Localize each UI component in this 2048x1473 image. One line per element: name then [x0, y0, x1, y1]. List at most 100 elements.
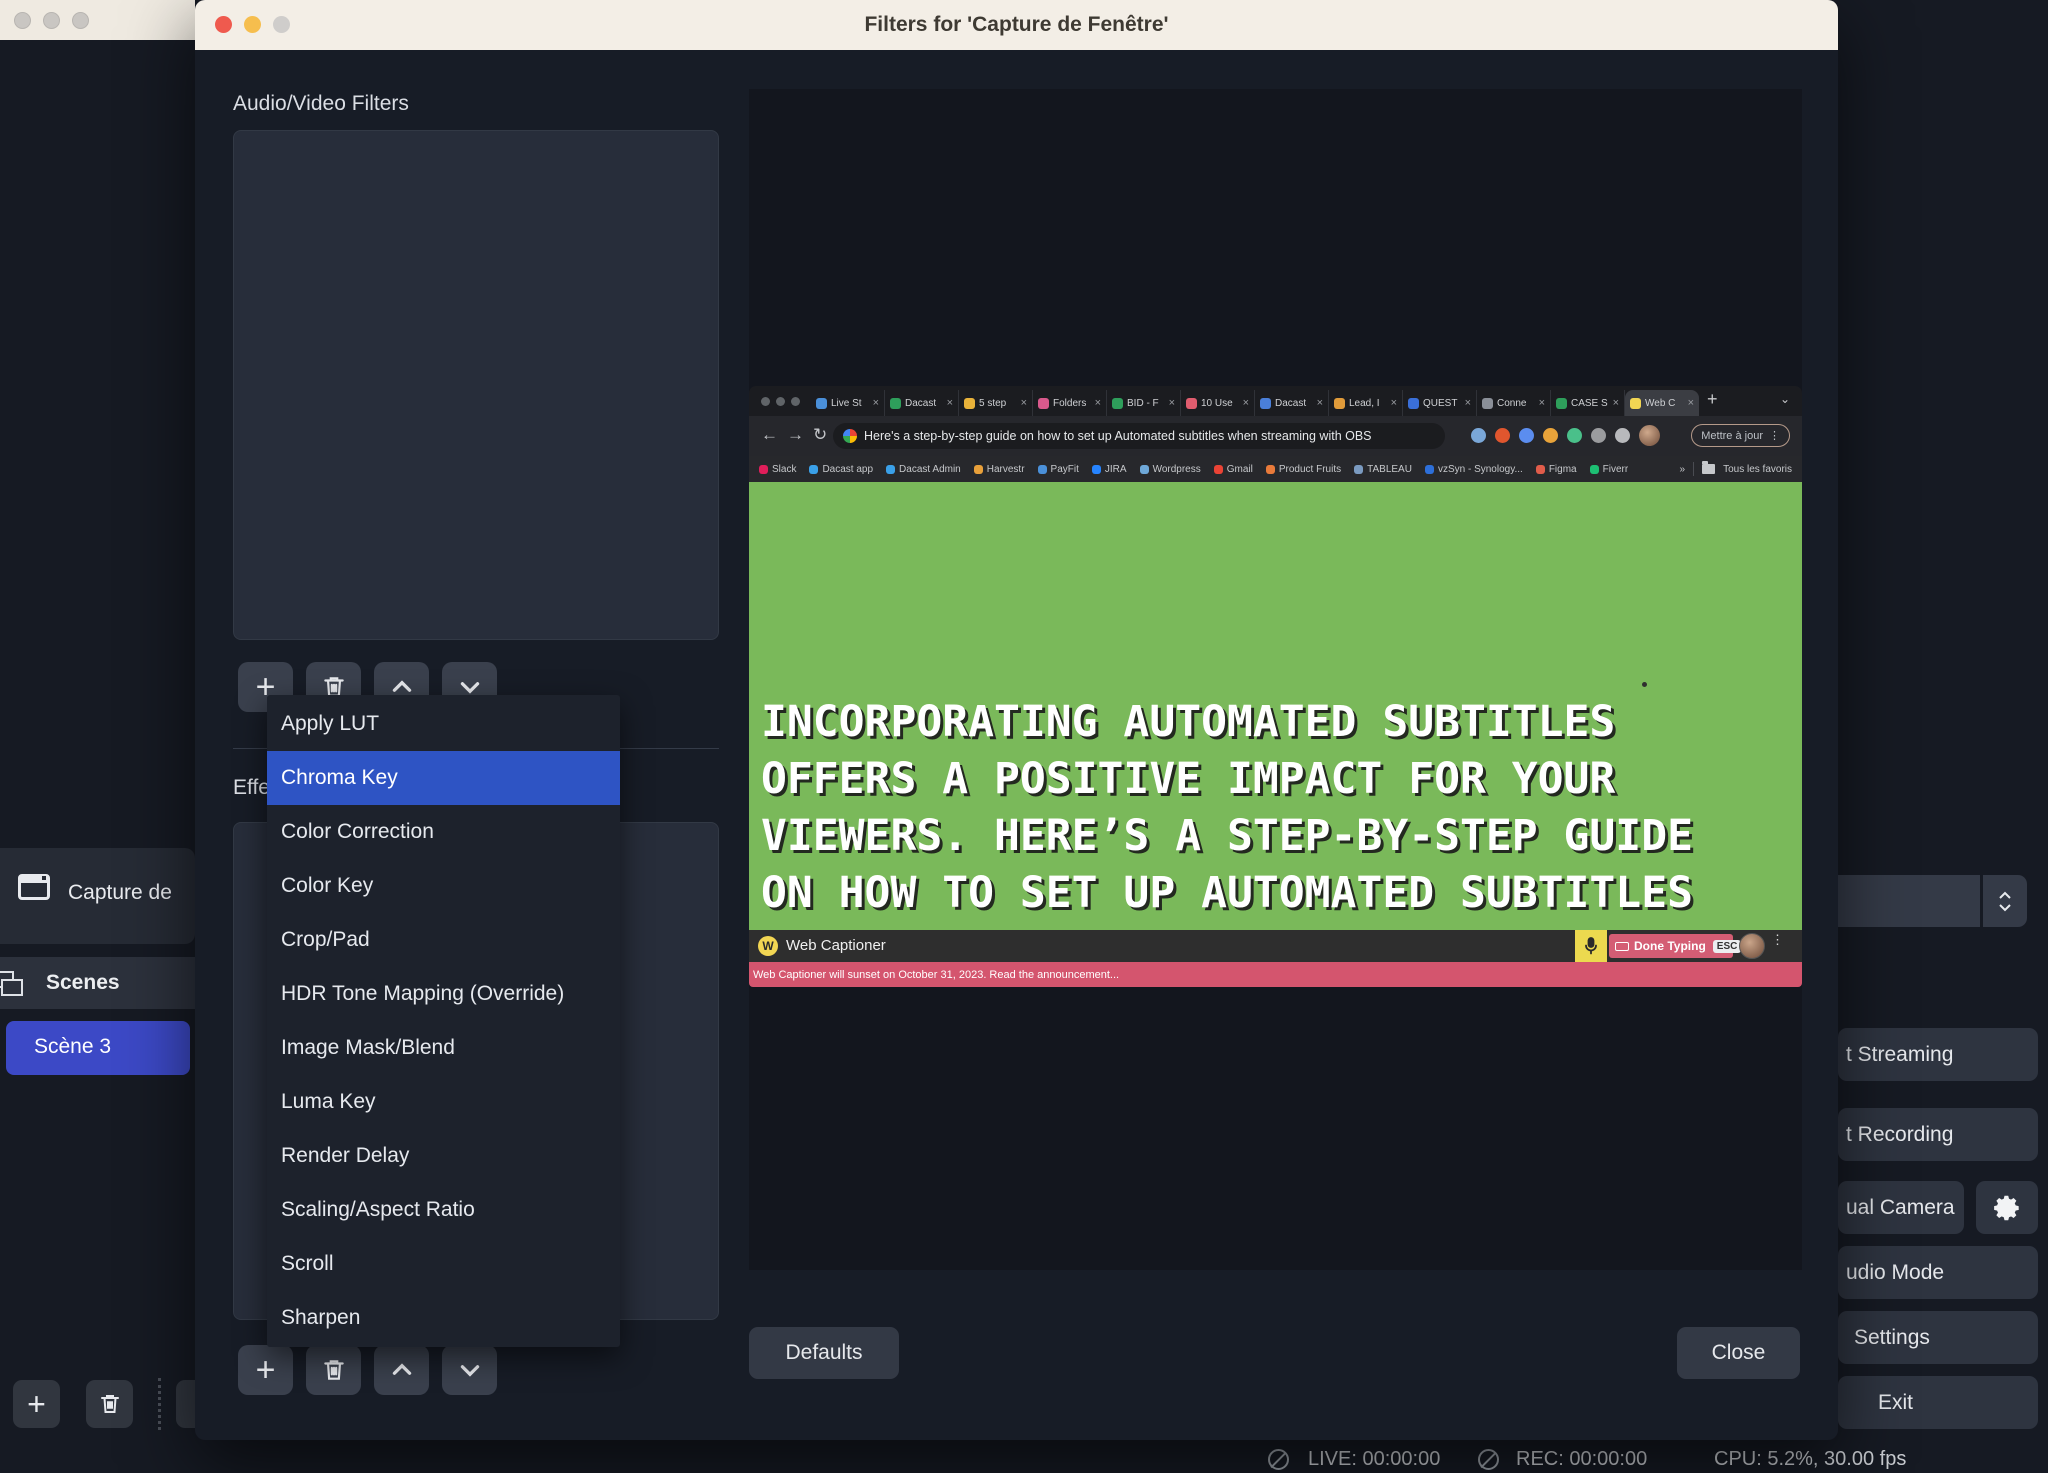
control-button[interactable]: Exit: [1838, 1376, 2038, 1429]
browser-tab[interactable]: Folders ×: [1033, 390, 1107, 416]
browser-menu-dots-icon[interactable]: ⋮: [1769, 429, 1780, 442]
bookmarks-overflow-icon[interactable]: »: [1680, 464, 1686, 475]
bookmark-item[interactable]: Harvestr: [974, 464, 1025, 475]
filter-menu-item[interactable]: Luma Key: [267, 1075, 620, 1129]
reload-icon[interactable]: ↻: [813, 425, 827, 445]
back-icon[interactable]: ←: [761, 425, 778, 445]
all-bookmarks-label[interactable]: Tous les favoris: [1723, 464, 1792, 475]
filter-menu-item[interactable]: Chroma Key: [267, 751, 620, 805]
control-button[interactable]: udio Mode: [1838, 1246, 2038, 1299]
bookmark-item[interactable]: JIRA: [1092, 464, 1127, 475]
extension-icon[interactable]: [1519, 428, 1534, 443]
rec-timer: REC: 00:00:00: [1516, 1448, 1647, 1471]
done-typing-button[interactable]: Done Typing ESC: [1609, 934, 1733, 958]
tab-close-icon[interactable]: ×: [873, 397, 879, 409]
main-close-button[interactable]: [14, 12, 31, 29]
bookmark-item[interactable]: Dacast Admin: [886, 464, 961, 475]
bookmark-item[interactable]: Figma: [1536, 464, 1577, 475]
bookmark-item[interactable]: Fiverr: [1590, 464, 1629, 475]
remove-scene-button[interactable]: [86, 1380, 133, 1428]
control-button[interactable]: t Streaming: [1838, 1028, 2038, 1081]
add-effect-filter-button[interactable]: +: [238, 1345, 293, 1395]
browser-tab[interactable]: Live St ×: [811, 390, 885, 416]
filter-menu-item[interactable]: Color Key: [267, 859, 620, 913]
filter-menu-item[interactable]: Color Correction: [267, 805, 620, 859]
tab-close-icon[interactable]: ×: [1465, 397, 1471, 409]
move-effect-filter-up-button[interactable]: [374, 1345, 429, 1395]
bookmark-item[interactable]: Product Fruits: [1266, 464, 1341, 475]
extension-icon[interactable]: [1615, 428, 1630, 443]
window-capture-icon: [18, 874, 50, 900]
filter-menu-item[interactable]: Scaling/Aspect Ratio: [267, 1183, 620, 1237]
captioner-menu-dots-icon[interactable]: ⋮: [1771, 937, 1784, 943]
update-chrome-button[interactable]: Mettre à jour ⋮: [1691, 424, 1790, 447]
extension-icon[interactable]: [1591, 428, 1606, 443]
browser-tab[interactable]: Dacast ×: [885, 390, 959, 416]
browser-tab[interactable]: QUEST ×: [1403, 390, 1477, 416]
control-button[interactable]: ual Camera: [1838, 1181, 1964, 1234]
scene-filters-button-partial[interactable]: [176, 1380, 195, 1428]
bookmark-item[interactable]: vzSyn - Synology...: [1425, 464, 1523, 475]
defaults-button[interactable]: Defaults: [749, 1327, 899, 1379]
microphone-button[interactable]: [1575, 930, 1607, 962]
bookmark-item[interactable]: TABLEAU: [1354, 464, 1412, 475]
dialog-titlebar: Filters for 'Capture de Fenêtre': [195, 0, 1838, 50]
tab-close-icon[interactable]: ×: [1095, 397, 1101, 409]
source-item-capture[interactable]: Capture de: [68, 881, 193, 905]
close-button[interactable]: Close: [1677, 1327, 1800, 1379]
tab-label: Live St: [831, 398, 869, 409]
tab-close-icon[interactable]: ×: [947, 397, 953, 409]
bookmark-item[interactable]: Wordpress: [1140, 464, 1201, 475]
scene-item-selected[interactable]: Scène 3: [6, 1021, 190, 1075]
browser-tab[interactable]: Dacast ×: [1255, 390, 1329, 416]
browser-tab[interactable]: Conne ×: [1477, 390, 1551, 416]
tab-search-chevron-icon[interactable]: ⌄: [1780, 392, 1790, 406]
control-button[interactable]: Settings: [1838, 1311, 2038, 1364]
browser-tab[interactable]: Lead, I ×: [1329, 390, 1403, 416]
bookmark-item[interactable]: PayFit: [1038, 464, 1079, 475]
filter-menu-item[interactable]: HDR Tone Mapping (Override): [267, 967, 620, 1021]
new-tab-button[interactable]: +: [1707, 389, 1718, 410]
audio-filters-list[interactable]: [233, 130, 719, 640]
extension-icon[interactable]: [1495, 428, 1510, 443]
tab-close-icon[interactable]: ×: [1391, 397, 1397, 409]
filter-menu-item[interactable]: Sharpen: [267, 1291, 620, 1345]
forward-icon[interactable]: →: [787, 425, 804, 445]
control-button[interactable]: t Recording: [1838, 1108, 2038, 1161]
extension-icon[interactable]: [1471, 428, 1486, 443]
bookmark-item[interactable]: Dacast app: [809, 464, 873, 475]
remove-effect-filter-button[interactable]: [306, 1345, 361, 1395]
browser-profile-avatar[interactable]: [1639, 425, 1660, 446]
extension-icon[interactable]: [1567, 428, 1582, 443]
tab-close-icon[interactable]: ×: [1169, 397, 1175, 409]
browser-tab[interactable]: 10 Use ×: [1181, 390, 1255, 416]
address-bar[interactable]: Here's a step-by-step guide on how to se…: [833, 423, 1445, 449]
virtual-camera-settings-button[interactable]: [1976, 1181, 2038, 1234]
browser-tab[interactable]: BID - F ×: [1107, 390, 1181, 416]
browser-tab[interactable]: Web C ×: [1625, 390, 1699, 416]
main-minimize-button[interactable]: [43, 12, 60, 29]
tab-close-icon[interactable]: ×: [1688, 397, 1694, 409]
tab-label: Dacast: [905, 398, 943, 409]
filter-menu-item[interactable]: Crop/Pad: [267, 913, 620, 967]
add-scene-button[interactable]: +: [13, 1380, 60, 1428]
extension-icon[interactable]: [1543, 428, 1558, 443]
filter-menu-item[interactable]: Render Delay: [267, 1129, 620, 1183]
filter-menu-item[interactable]: Image Mask/Blend: [267, 1021, 620, 1075]
filter-menu-item[interactable]: Apply LUT: [267, 697, 620, 751]
captioner-avatar[interactable]: [1739, 933, 1765, 959]
browser-tab[interactable]: 5 step ×: [959, 390, 1033, 416]
bookmark-item[interactable]: Gmail: [1214, 464, 1253, 475]
tab-close-icon[interactable]: ×: [1539, 397, 1545, 409]
move-effect-filter-down-button[interactable]: [442, 1345, 497, 1395]
tab-close-icon[interactable]: ×: [1613, 397, 1619, 409]
bookmark-item[interactable]: Slack: [759, 464, 796, 475]
main-zoom-button[interactable]: [72, 12, 89, 29]
sunset-banner[interactable]: Web Captioner will sunset on October 31,…: [749, 962, 1802, 987]
tab-close-icon[interactable]: ×: [1317, 397, 1323, 409]
browser-tab[interactable]: CASE S ×: [1551, 390, 1625, 416]
tab-close-icon[interactable]: ×: [1021, 397, 1027, 409]
scenes-icon: [0, 971, 22, 995]
tab-close-icon[interactable]: ×: [1243, 397, 1249, 409]
filter-menu-item[interactable]: Scroll: [267, 1237, 620, 1291]
